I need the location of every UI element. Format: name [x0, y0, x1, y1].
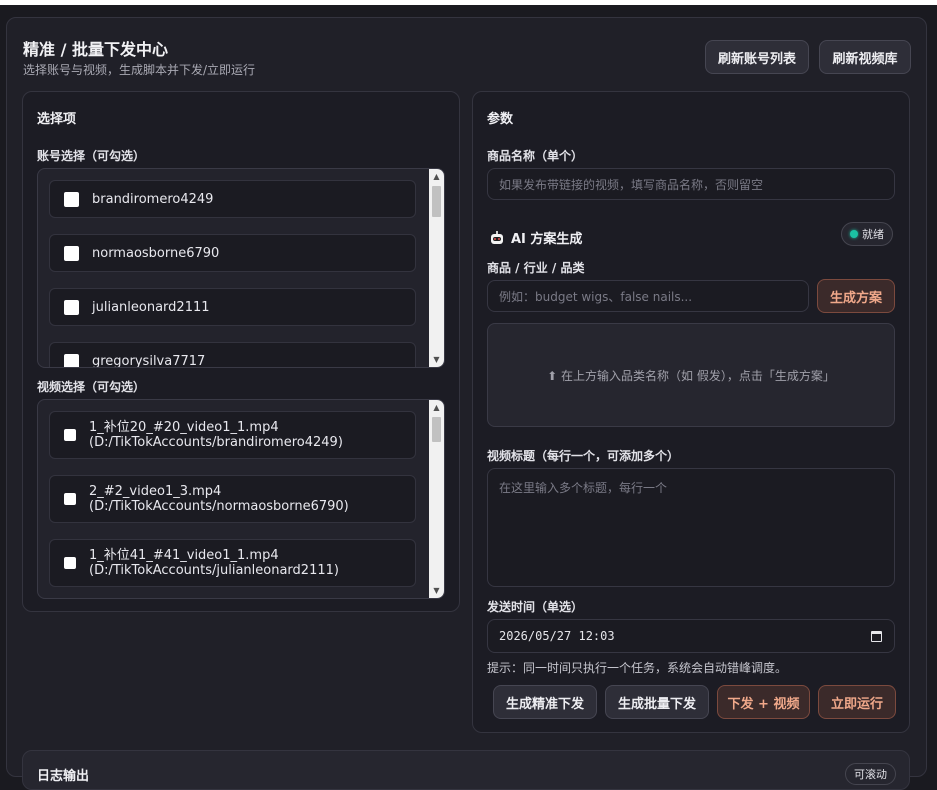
scroll-thumb[interactable]: [432, 186, 441, 217]
video-path: (D:/TikTokAccounts/julianleonard2111): [89, 563, 339, 578]
account-item[interactable]: gregorysilva7717: [49, 342, 416, 368]
videos-label: 视频选择（可勾选）: [37, 380, 146, 394]
scroll-down-icon[interactable]: ▼: [429, 352, 444, 367]
status-badge: 就绪: [841, 222, 893, 246]
ai-heading: AI 方案生成: [489, 228, 582, 247]
video-item[interactable]: 2_#2_video1_3.mp4 (D:/TikTokAccounts/nor…: [49, 475, 416, 523]
video-checkbox[interactable]: [64, 493, 76, 505]
account-name: brandiromero4249: [92, 191, 214, 207]
time-label: 发送时间（单选）: [487, 600, 584, 614]
videos-scrollbar[interactable]: ▲ ▼: [429, 400, 444, 598]
selection-card: 选择项 账号选择（可勾选） brandiromero4249 normaosbo…: [22, 91, 460, 612]
robot-icon: [489, 230, 505, 246]
ai-result-box: ⬆ 在上方输入品类名称（如 假发），点击「生成方案」: [487, 323, 895, 427]
accounts-label: 账号选择（可勾选）: [37, 149, 146, 163]
videos-list[interactable]: 1_补位20_#20_video1_1.mp4 (D:/TikTokAccoun…: [37, 399, 445, 599]
refresh-accounts-button[interactable]: 刷新账号列表: [705, 40, 809, 74]
video-file: 1_补位20_#20_video1_1.mp4: [89, 420, 279, 435]
generate-precise-button[interactable]: 生成精准下发: [493, 685, 597, 719]
video-file: 2_#2_video1_3.mp4: [89, 484, 222, 499]
account-item[interactable]: normaosborne6790: [49, 234, 416, 272]
scroll-up-icon[interactable]: ▲: [429, 169, 444, 184]
scroll-up-icon[interactable]: ▲: [429, 400, 444, 415]
hint-text: 提示：同一时间只执行一个任务，系统会自动错峰调度。: [487, 661, 788, 675]
product-label: 商品名称（单个）: [487, 149, 584, 163]
generate-batch-button[interactable]: 生成批量下发: [605, 685, 709, 719]
titles-textarea[interactable]: 在这里输入多个标题，每行一个: [487, 468, 895, 587]
account-checkbox[interactable]: [64, 299, 79, 315]
calendar-icon[interactable]: [871, 631, 882, 642]
account-checkbox[interactable]: [64, 245, 79, 261]
video-checkbox[interactable]: [64, 429, 76, 441]
accounts-scrollbar[interactable]: ▲ ▼: [429, 169, 444, 367]
log-card: 日志输出 可滚动: [22, 750, 910, 790]
params-title: 参数: [487, 112, 514, 127]
top-strip: [0, 0, 937, 5]
time-input[interactable]: 2026/05/27 12:03: [487, 619, 895, 653]
titles-label: 视频标题（每行一个，可添加多个）: [487, 449, 680, 463]
page-title: 精准 / 批量下发中心: [23, 40, 168, 59]
video-item[interactable]: 1_补位41_#41_video1_1.mp4 (D:/TikTokAccoun…: [49, 539, 416, 587]
account-name: gregorysilva7717: [92, 353, 206, 368]
account-checkbox[interactable]: [64, 353, 79, 367]
accounts-list[interactable]: brandiromero4249 normaosborne6790 julian…: [37, 168, 445, 368]
category-label: 商品 / 行业 / 品类: [487, 261, 585, 275]
account-checkbox[interactable]: [64, 191, 79, 207]
selection-title: 选择项: [37, 112, 77, 127]
video-file: 1_补位41_#41_video1_1.mp4: [89, 548, 279, 563]
generate-plan-button[interactable]: 生成方案: [817, 279, 895, 313]
scroll-down-icon[interactable]: ▼: [429, 583, 444, 598]
log-title: 日志输出: [37, 769, 90, 784]
status-dot-icon: [850, 230, 858, 238]
page-subtitle: 选择账号与视频，生成脚本并下发/立即运行: [23, 63, 256, 77]
account-name: julianleonard2111: [92, 299, 210, 315]
video-checkbox[interactable]: [64, 557, 76, 569]
product-input[interactable]: 如果发布带链接的视频，填写商品名称，否则留空: [487, 168, 895, 200]
video-path: (D:/TikTokAccounts/brandiromero4249): [89, 435, 343, 450]
account-item[interactable]: julianleonard2111: [49, 288, 416, 326]
video-item[interactable]: 1_补位20_#20_video1_1.mp4 (D:/TikTokAccoun…: [49, 411, 416, 459]
run-now-button[interactable]: 立即运行: [818, 685, 896, 719]
account-name: normaosborne6790: [92, 245, 220, 261]
log-badge: 可滚动: [845, 763, 896, 785]
category-input[interactable]: 例如：budget wigs、false nails...: [487, 280, 809, 312]
refresh-videos-button[interactable]: 刷新视频库: [819, 40, 911, 74]
account-item[interactable]: brandiromero4249: [49, 180, 416, 218]
dispatch-video-button[interactable]: 下发 + 视频: [717, 685, 810, 719]
params-card: 参数 商品名称（单个） 如果发布带链接的视频，填写商品名称，否则留空 AI 方案…: [472, 91, 910, 733]
video-path: (D:/TikTokAccounts/normaosborne6790): [89, 499, 349, 514]
ai-title: AI 方案生成: [511, 232, 583, 247]
scroll-thumb[interactable]: [432, 417, 441, 442]
